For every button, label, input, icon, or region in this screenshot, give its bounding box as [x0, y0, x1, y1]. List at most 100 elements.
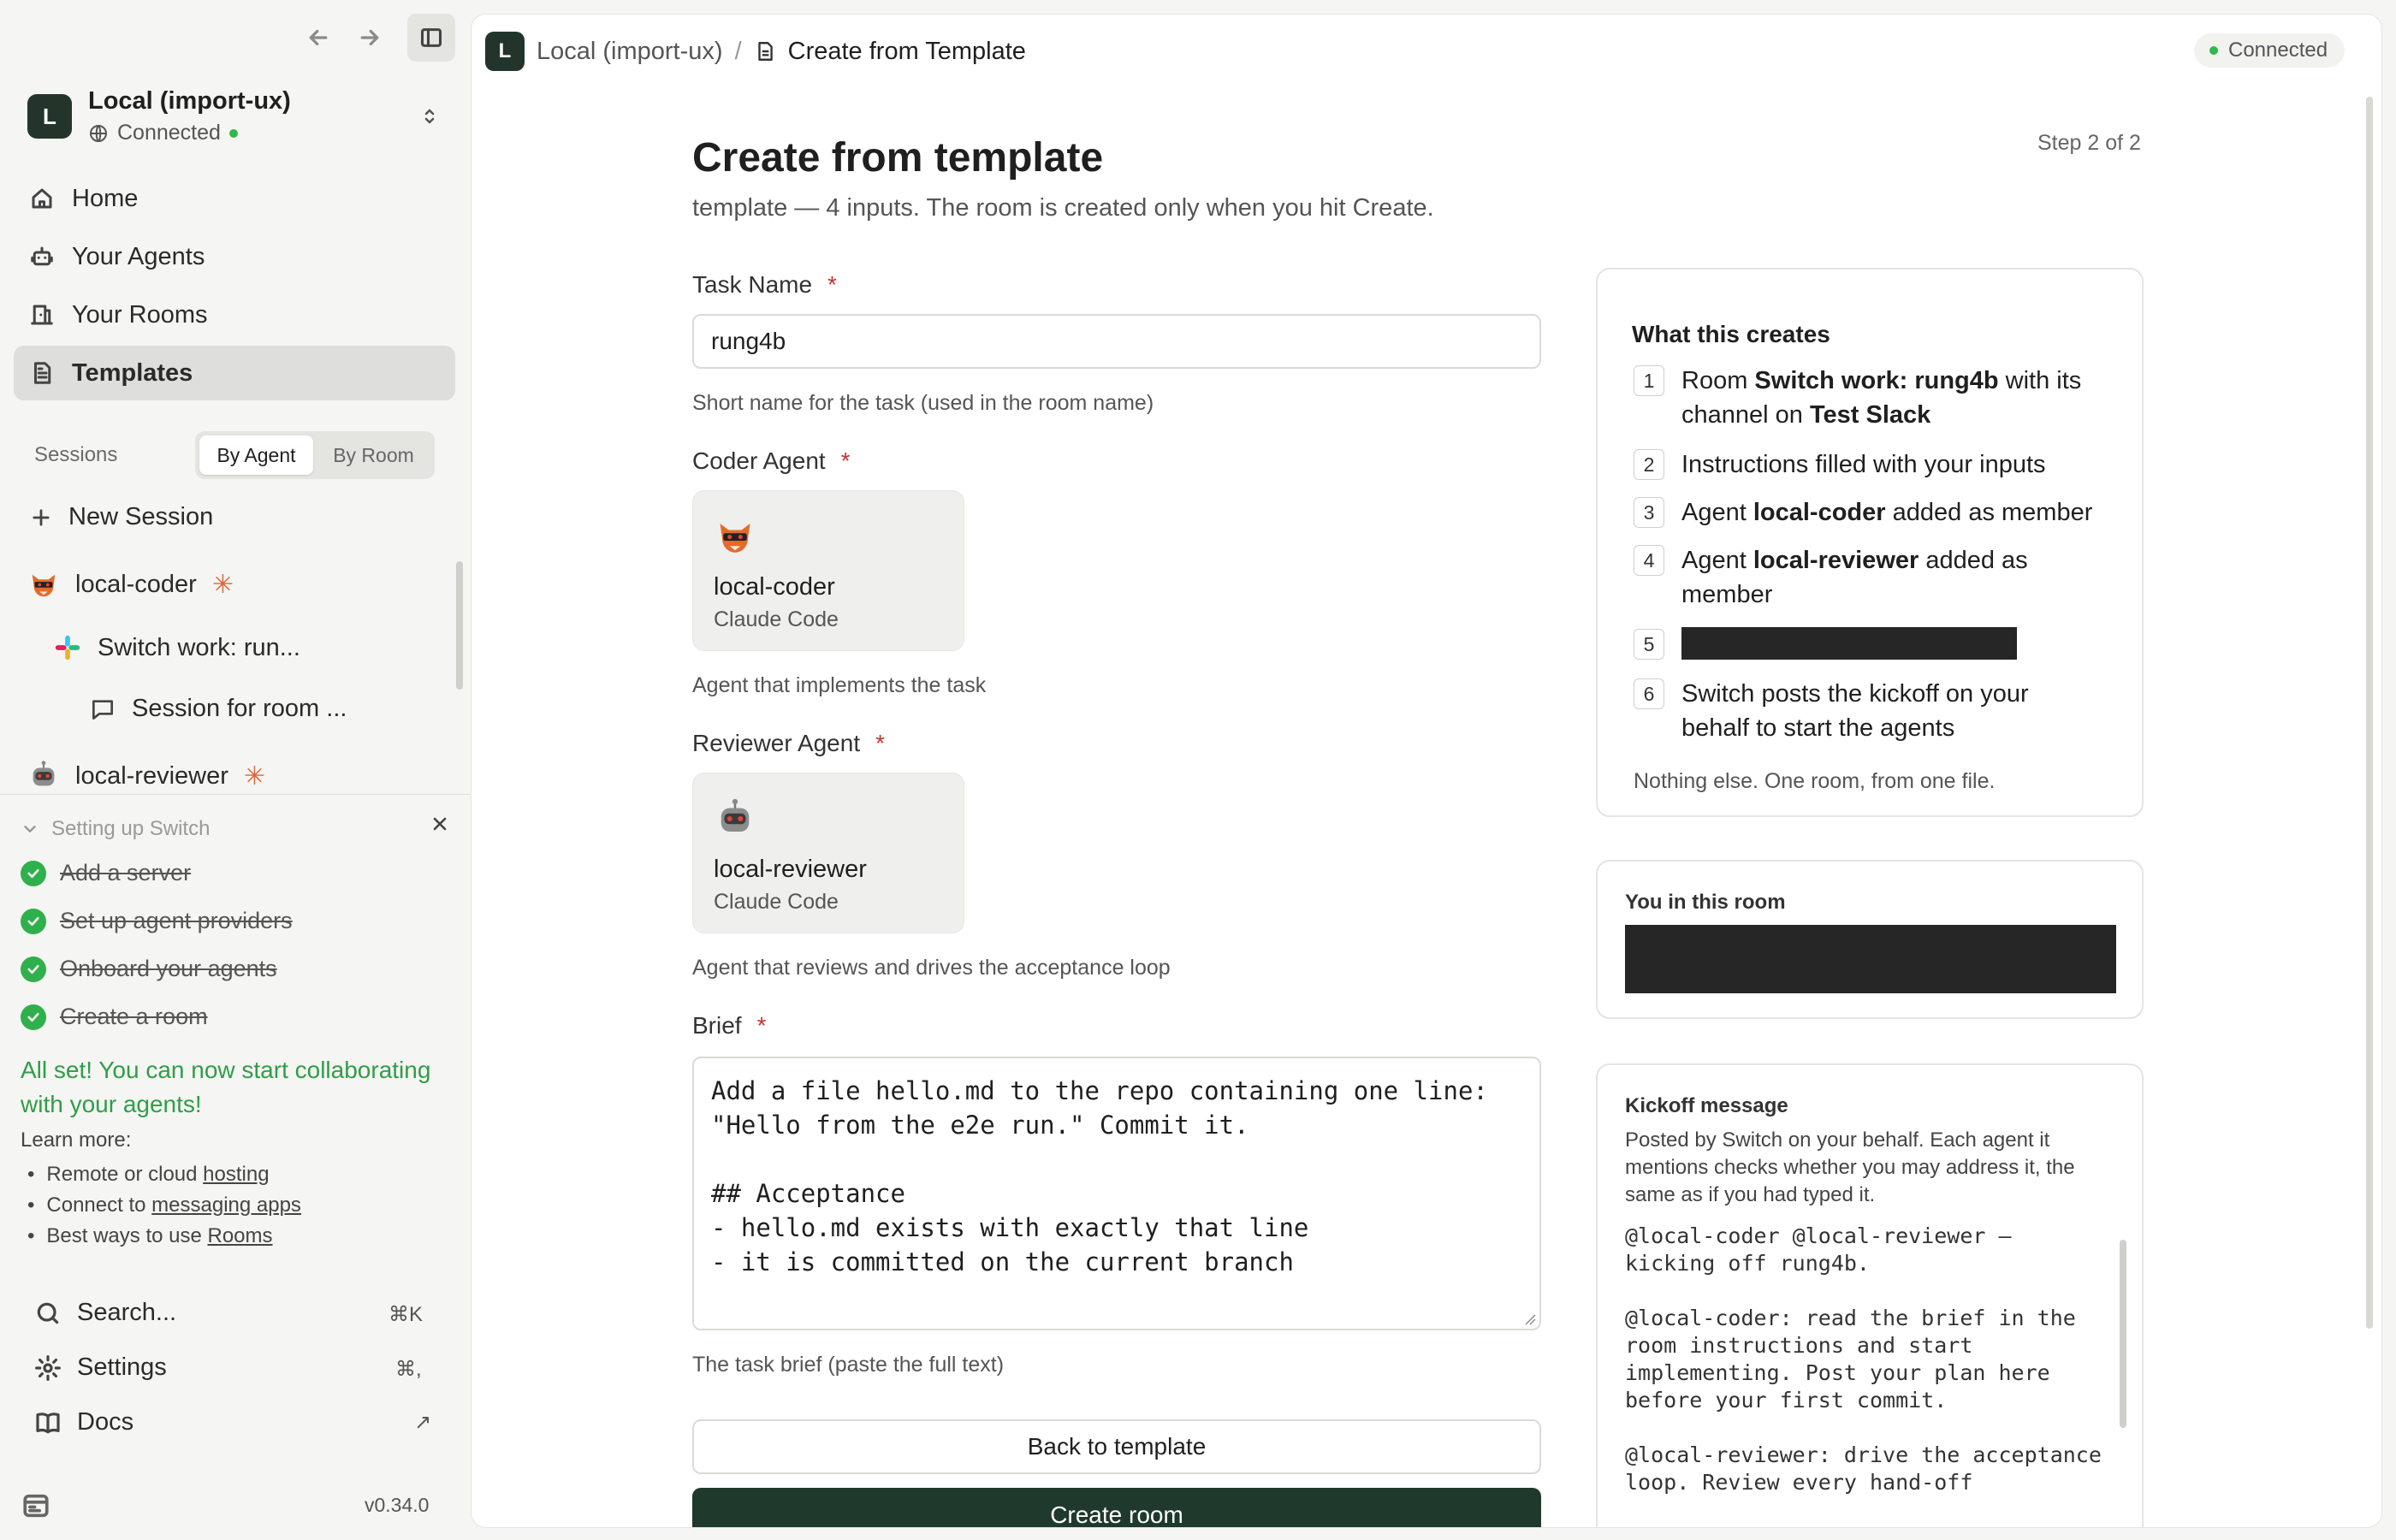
task-name-input[interactable]: rung4b — [692, 314, 1541, 369]
kickoff-description: Posted by Switch on your behalf. Each ag… — [1625, 1128, 2075, 1206]
panel-footer: Nothing else. One room, from one file. — [1634, 769, 1996, 793]
sidebar-item-label: Templates — [72, 358, 193, 387]
setup-complete-message: All set! You can now start collaborating… — [21, 1057, 431, 1117]
create-room-button[interactable]: Create room — [692, 1488, 1541, 1527]
document-icon — [757, 42, 773, 61]
coder-agent-hint: Agent that implements the task — [692, 673, 987, 697]
toggle-by-room[interactable]: By Room — [317, 435, 430, 475]
coder-agent-select[interactable]: local-coder Claude Code — [692, 490, 964, 651]
forward-arrow-icon[interactable] — [353, 21, 387, 55]
workspace-status-text: Connected — [117, 121, 221, 145]
settings-shortcut: ⌘, — [395, 1358, 422, 1381]
brief-textarea[interactable]: Add a file hello.md to the repo containi… — [692, 1057, 1541, 1330]
setup-step-label: Add a server — [60, 860, 192, 886]
chevron-updown-icon[interactable] — [414, 101, 445, 132]
kickoff-message-text: @local-coder @local-reviewer — kicking o… — [1625, 1223, 2102, 1495]
back-arrow-icon[interactable] — [301, 21, 335, 55]
docs-label: Docs — [77, 1408, 134, 1436]
required-marker: * — [875, 730, 886, 756]
sessions-label: Sessions — [34, 443, 118, 466]
document-icon — [34, 362, 51, 384]
main-scrollbar[interactable] — [2366, 97, 2373, 1329]
messaging-apps-link[interactable]: messaging apps — [151, 1194, 301, 1217]
sidebar-item-label: Your Agents — [72, 242, 205, 270]
breadcrumb-workspace[interactable]: Local (import-ux) — [537, 38, 723, 66]
kickoff-scrollbar[interactable] — [2120, 1240, 2126, 1428]
sessions-grouping-toggle: By Agent By Room — [195, 431, 435, 479]
setup-step: Set up agent providers — [21, 908, 293, 934]
search-button[interactable]: Search... — [34, 1299, 176, 1327]
coder-agent-label: Coder Agent * — [692, 447, 851, 474]
tree-session[interactable]: Session for room ... — [89, 695, 347, 723]
step-indicator: Step 2 of 2 — [2037, 131, 2141, 155]
learn-more-item: • Connect to messaging apps — [27, 1194, 301, 1217]
hosting-link[interactable]: hosting — [203, 1163, 269, 1186]
robot-agent-icon — [33, 761, 55, 786]
sidebar-item-agents[interactable]: Your Agents — [14, 229, 455, 284]
docs-link[interactable]: Docs — [34, 1408, 133, 1436]
task-name-label: Task Name * — [692, 271, 837, 298]
session-name: Session for room ... — [132, 695, 347, 722]
new-session-button[interactable]: New Session — [29, 503, 213, 531]
setup-step: Add a server — [21, 860, 191, 886]
search-label: Search... — [77, 1299, 177, 1326]
back-to-template-button[interactable]: Back to template — [692, 1419, 1541, 1474]
check-circle-icon — [21, 860, 46, 886]
sidebar-item-label: Home — [72, 184, 139, 212]
panel-title: You in this room — [1625, 891, 1786, 914]
close-icon[interactable] — [426, 810, 454, 838]
brief-line: "Hello from the e2e run." Commit it. — [711, 1111, 1249, 1140]
page-title: Create from template — [692, 135, 1104, 181]
sidebar-item-home[interactable]: Home — [14, 171, 455, 226]
sidebar-item-rooms[interactable]: Your Rooms — [14, 287, 455, 342]
settings-button[interactable]: Settings — [34, 1353, 167, 1382]
plan-item: 1 Room Switch work: rung4b with its chan… — [1634, 364, 2109, 432]
fox-agent-icon — [32, 574, 56, 597]
workspace-status: Connected — [88, 121, 238, 145]
tree-agent-local-coder[interactable]: local-coder ✳ — [27, 568, 234, 601]
sessions-scrollbar[interactable] — [456, 561, 463, 690]
reviewer-agent-select[interactable]: local-reviewer Claude Code — [692, 773, 964, 933]
setup-step: Create a room — [21, 1004, 208, 1030]
tree-agent-local-reviewer[interactable]: local-reviewer ✳ — [27, 760, 265, 792]
resize-handle-icon[interactable] — [1524, 1313, 1536, 1325]
connection-status-text: Connected — [2228, 38, 2328, 62]
slack-icon — [55, 635, 80, 660]
main-panel: L Local (import-ux) / Create from Templa… — [471, 14, 2382, 1528]
sidebar: L Local (import-ux) Connected Home Your … — [0, 0, 471, 1540]
chat-bubble-icon — [92, 699, 113, 720]
you-in-room-panel: You in this room — [1596, 860, 2144, 1019]
setup-step-label: Create a room — [60, 1004, 208, 1029]
rooms-link[interactable]: Rooms — [208, 1224, 273, 1247]
connection-status-badge: Connected — [2194, 33, 2346, 68]
breadcrumb: L Local (import-ux) / Create from Templa… — [485, 32, 1026, 71]
sidebar-item-templates[interactable]: Templates — [14, 346, 455, 400]
search-shortcut: ⌘K — [388, 1303, 424, 1326]
check-circle-icon — [21, 908, 46, 934]
plan-item: 5 — [1634, 627, 2017, 660]
coder-agent-runtime: Claude Code — [714, 607, 839, 631]
plus-icon — [33, 508, 50, 526]
book-icon — [36, 1412, 60, 1433]
setup-checklist: Setting up Switch Add a server Set up ag… — [0, 794, 471, 1273]
sidebar-toggle-icon[interactable] — [407, 14, 455, 62]
workspace-avatar: L — [485, 32, 525, 71]
brief-line: ## Acceptance — [711, 1179, 905, 1208]
home-icon — [32, 188, 52, 209]
panel-title: What this creates — [1632, 321, 1830, 347]
breadcrumb-current: Create from Template — [787, 37, 1026, 65]
robot-icon — [31, 246, 53, 266]
tree-room-switch-work[interactable]: Switch work: run... — [53, 633, 300, 662]
feedback-icon[interactable] — [19, 1489, 53, 1523]
robot-agent-icon — [721, 798, 750, 832]
settings-label: Settings — [77, 1353, 167, 1381]
plan-item: 3 Agent local-coder added as member — [1634, 495, 2109, 530]
setup-header[interactable]: Setting up Switch — [21, 817, 210, 841]
redacted-block — [1681, 627, 2017, 660]
connected-dot — [228, 128, 238, 138]
toggle-by-agent[interactable]: By Agent — [199, 435, 313, 475]
chevron-down-icon — [24, 826, 36, 832]
activity-spark-icon: ✳ — [243, 761, 266, 791]
search-icon — [37, 1302, 59, 1324]
coder-agent-name: local-coder — [714, 573, 835, 601]
